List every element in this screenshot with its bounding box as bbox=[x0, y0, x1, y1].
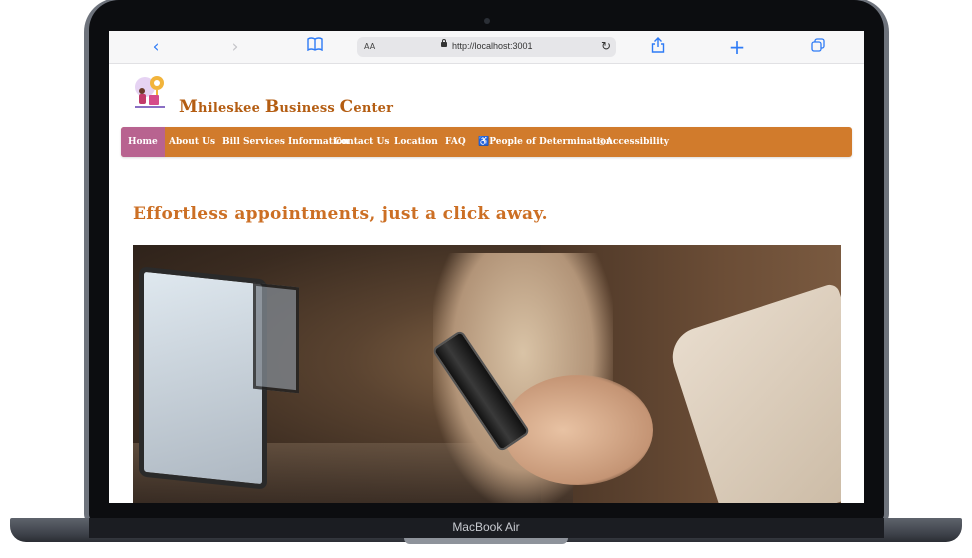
browser-screen: ‹ › AA http://localhost:3001 ↻ + Mhilesk… bbox=[109, 31, 864, 503]
hero-tagline: Effortless appointments, just a click aw… bbox=[133, 204, 548, 224]
nav-location[interactable]: Location bbox=[394, 127, 438, 157]
nav-accessibility[interactable]: ◎Accessibility bbox=[598, 127, 669, 157]
main-nav: Home About Us Bill Services Information … bbox=[121, 127, 852, 157]
nav-bill-services[interactable]: Bill Services Information bbox=[222, 127, 349, 157]
site-title[interactable]: Mhileskee Business Center bbox=[179, 97, 393, 117]
share-icon[interactable] bbox=[649, 37, 667, 57]
title-part: enter bbox=[353, 101, 394, 116]
chevron-left-icon[interactable]: ‹ bbox=[147, 37, 165, 57]
hero-monitor bbox=[139, 266, 267, 490]
title-initial-c: C bbox=[339, 97, 354, 117]
nav-about-us[interactable]: About Us bbox=[169, 127, 215, 157]
title-part: usiness bbox=[279, 101, 340, 116]
nav-home[interactable]: Home bbox=[121, 127, 165, 157]
plus-icon[interactable]: + bbox=[728, 37, 746, 57]
title-part: hileskee bbox=[198, 101, 265, 116]
hero-monitor-back bbox=[253, 282, 299, 394]
title-initial-b: B bbox=[264, 97, 280, 117]
url-text[interactable]: http://localhost:3001 bbox=[452, 41, 533, 51]
site-logo[interactable] bbox=[131, 73, 171, 113]
laptop-notch bbox=[404, 538, 568, 544]
lock-icon bbox=[441, 39, 447, 47]
reader-text-size-button[interactable]: AA bbox=[364, 42, 375, 51]
book-icon[interactable] bbox=[305, 37, 325, 57]
device-label: MacBook Air bbox=[452, 520, 520, 534]
title-initial-m: M bbox=[179, 97, 199, 117]
browser-toolbar: ‹ › AA http://localhost:3001 ↻ + bbox=[109, 31, 864, 64]
tabs-icon[interactable] bbox=[809, 37, 827, 57]
nav-faq[interactable]: FAQ bbox=[445, 127, 466, 157]
camera-icon bbox=[484, 18, 490, 24]
nav-people-of-determination[interactable]: ♿People of Determination bbox=[478, 127, 613, 157]
reload-icon[interactable]: ↻ bbox=[601, 39, 611, 53]
hero-image bbox=[133, 245, 841, 503]
address-bar[interactable]: AA http://localhost:3001 ↻ bbox=[357, 37, 616, 57]
nav-contact-us[interactable]: Contact Us bbox=[334, 127, 389, 157]
chevron-right-icon[interactable]: › bbox=[226, 37, 244, 57]
